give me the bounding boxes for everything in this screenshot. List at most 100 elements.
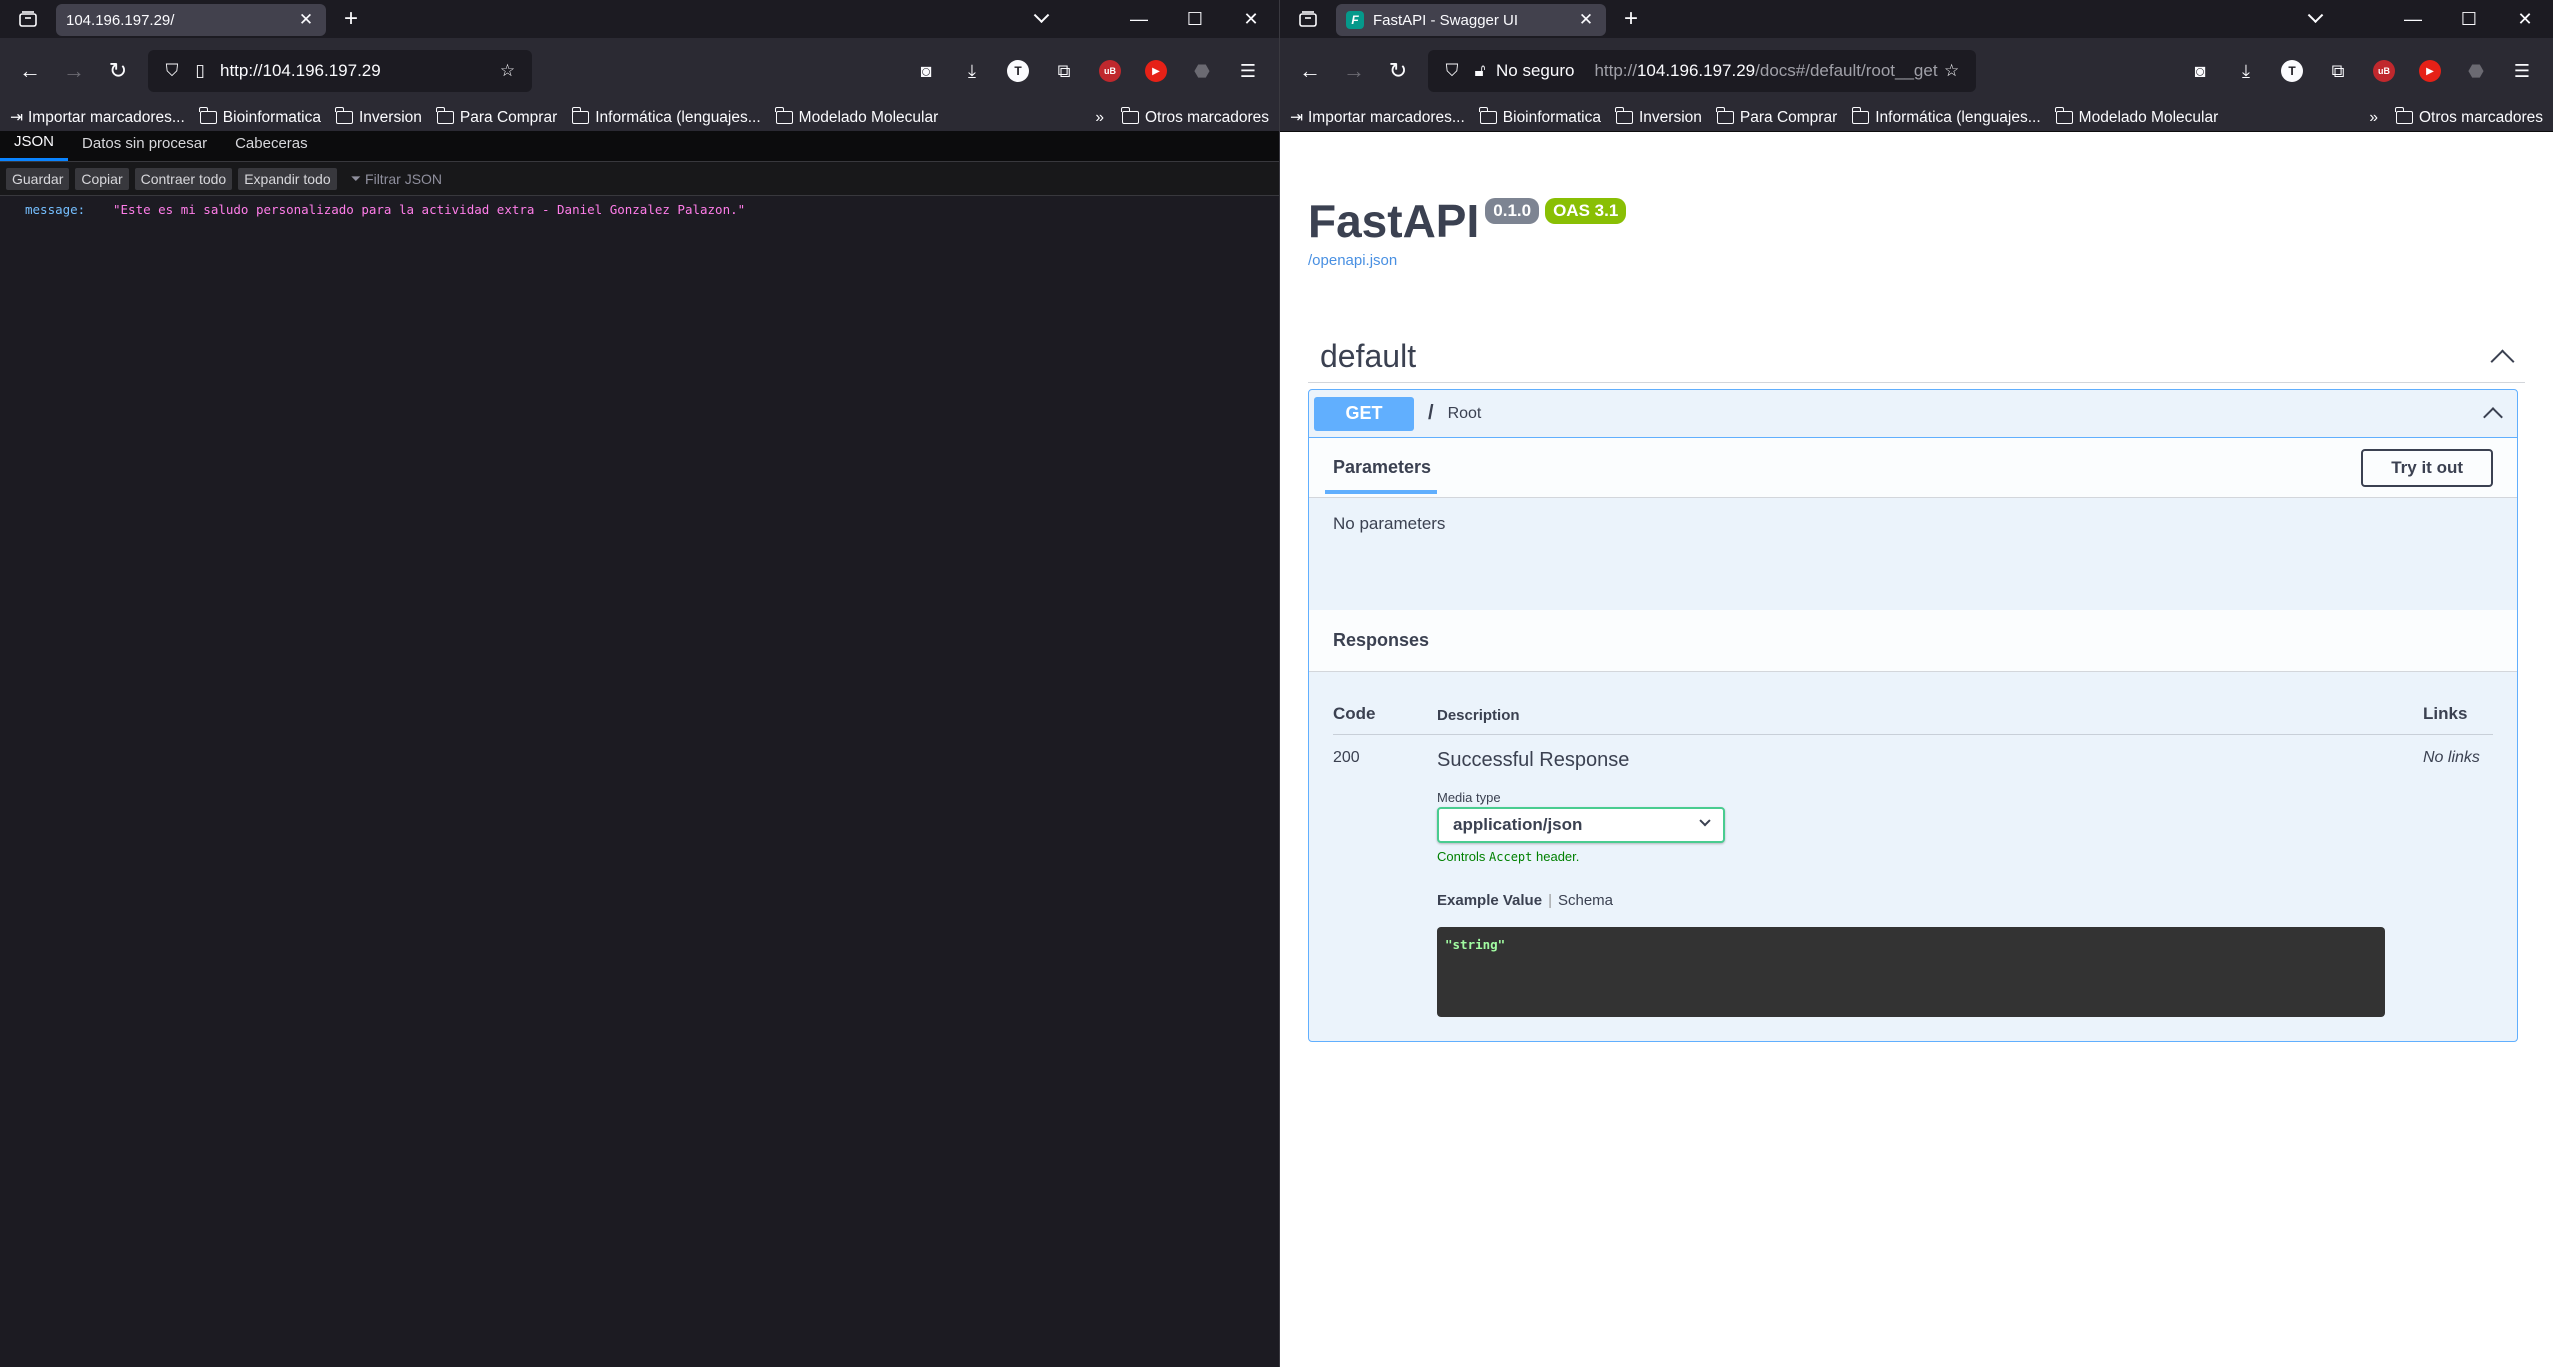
tab-schema[interactable]: Schema [1558, 892, 1613, 909]
forward-icon[interactable]: → [1332, 49, 1376, 93]
back-icon[interactable]: ← [8, 49, 52, 93]
folder-icon [1479, 107, 1497, 124]
menu-icon[interactable]: ☰ [1225, 49, 1271, 93]
folder-icon [2395, 107, 2413, 124]
bookmark-star-icon[interactable]: ☆ [1938, 61, 1966, 81]
reload-icon[interactable]: ↻ [96, 49, 140, 93]
extension-t-icon[interactable]: T [995, 49, 1041, 93]
minimize-icon[interactable]: — [2385, 0, 2441, 38]
tab-raw-data[interactable]: Datos sin procesar [68, 131, 221, 161]
operation-summary[interactable]: GET / Root [1309, 390, 2517, 438]
col-description: Description [1437, 707, 1520, 724]
close-window-icon[interactable]: ✕ [2497, 0, 2553, 38]
ublock-icon[interactable]: uB [2361, 49, 2407, 93]
close-window-icon[interactable]: ✕ [1223, 0, 1279, 38]
extension-t-icon[interactable]: T [2269, 49, 2315, 93]
save-button[interactable]: Guardar [6, 167, 70, 190]
url-text[interactable]: http://104.196.197.29 [220, 61, 494, 81]
insecure-lock-icon[interactable]: 🔓︎ [1466, 61, 1494, 81]
new-tab-button[interactable]: + [332, 5, 370, 33]
bookmark-import[interactable]: ⇥ Importar marcadores... [10, 108, 185, 127]
section-title: default [1320, 338, 1417, 374]
tab-ip[interactable]: 104.196.197.29/ ✕ [56, 4, 326, 36]
chevron-up-icon[interactable] [2490, 348, 2515, 374]
list-all-tabs-button[interactable] [0, 0, 56, 38]
pocket-icon[interactable]: ◙ [2177, 49, 2223, 93]
back-icon[interactable]: ← [1288, 49, 1332, 93]
other-bookmarks[interactable]: Otros marcadores [2395, 107, 2543, 127]
tab-headers[interactable]: Cabeceras [221, 131, 322, 161]
bookmark-folder[interactable]: Inversion [335, 107, 422, 127]
json-key: message: [25, 202, 86, 217]
tab-close-icon[interactable]: ✕ [1576, 10, 1596, 30]
tab-close-icon[interactable]: ✕ [296, 10, 316, 30]
ublock-icon[interactable]: uB [1087, 49, 1133, 93]
section-default-header[interactable]: default [1308, 331, 2525, 383]
filter-icon: ⏷ [350, 170, 362, 186]
download-icon[interactable]: ⤓ [2223, 49, 2269, 93]
no-parameters-text: No parameters [1333, 514, 1446, 533]
list-tabs-chevron-icon[interactable] [1013, 0, 1069, 38]
menu-icon[interactable]: ☰ [2499, 49, 2545, 93]
try-it-out-button[interactable]: Try it out [2361, 448, 2493, 487]
url-text[interactable]: http://104.196.197.29/docs#/default/root… [1594, 61, 1937, 81]
expand-all-button[interactable]: Expandir todo [238, 167, 337, 190]
extensions-puzzle-icon[interactable]: ⧉ [1041, 49, 1087, 93]
extension-bug-icon[interactable]: ⬣ [1179, 49, 1225, 93]
tab-title: FastAPI - Swagger UI [1373, 11, 1519, 29]
minimize-icon[interactable]: — [1111, 0, 1167, 38]
bookmark-folder[interactable]: Informática (lenguajes... [571, 107, 761, 127]
filter-json-input[interactable]: ⏷ Filtrar JSON [351, 171, 442, 187]
no-links-text: No links [2423, 749, 2480, 766]
shield-icon[interactable]: ⛉ [158, 61, 186, 81]
bookmark-folder[interactable]: Informática (lenguajes... [1851, 107, 2041, 127]
other-bookmarks[interactable]: Otros marcadores [1121, 107, 1269, 127]
youtube-icon[interactable]: ▶ [1133, 49, 1179, 93]
folder-icon [1121, 107, 1139, 124]
responses-body: Code Description Links 200 Successful Re… [1309, 672, 2517, 1041]
new-tab-button[interactable]: + [1612, 5, 1650, 33]
extension-bug-icon[interactable]: ⬣ [2453, 49, 2499, 93]
url-bar[interactable]: ⛉ ▯ http://104.196.197.29 ☆ [148, 50, 532, 92]
json-body: message: "Este es mi saludo personalizad… [0, 196, 1279, 217]
bookmark-folder[interactable]: Para Comprar [436, 107, 557, 127]
list-tabs-chevron-icon[interactable] [2287, 0, 2343, 38]
more-bookmarks-icon[interactable]: » [2369, 109, 2378, 127]
copy-button[interactable]: Copiar [75, 167, 129, 190]
tab-json[interactable]: JSON [0, 131, 69, 161]
example-tabs: Example Value | Schema [1437, 892, 2423, 909]
maximize-icon[interactable]: ☐ [2441, 0, 2497, 38]
bookmark-folder[interactable]: Bioinformatica [199, 107, 321, 127]
api-title: FastAPI 0.1.0 OAS 3.1 [1308, 198, 2525, 244]
download-icon[interactable]: ⤓ [949, 49, 995, 93]
tab-example-value[interactable]: Example Value [1437, 892, 1542, 909]
list-all-tabs-button[interactable] [1280, 0, 1336, 38]
bookmark-folder[interactable]: Inversion [1615, 107, 1702, 127]
youtube-icon[interactable]: ▶ [2407, 49, 2453, 93]
bookmark-folder[interactable]: Para Comprar [1716, 107, 1837, 127]
chevron-up-icon[interactable] [2483, 406, 2503, 427]
method-badge: GET [1314, 396, 1414, 431]
tab-swagger[interactable]: F FastAPI - Swagger UI ✕ [1336, 4, 1606, 36]
maximize-icon[interactable]: ☐ [1167, 0, 1223, 38]
shield-icon[interactable]: ⛉ [1438, 61, 1466, 81]
bookmark-star-icon[interactable]: ☆ [494, 61, 522, 81]
parameters-header: Parameters Try it out [1309, 438, 2517, 498]
media-type-select[interactable]: application/json [1437, 807, 1725, 843]
bookmark-folder[interactable]: Modelado Molecular [775, 107, 938, 127]
url-bar[interactable]: ⛉ 🔓︎ No seguro http://104.196.197.29/doc… [1428, 50, 1976, 92]
tab-separator: | [1548, 892, 1552, 909]
openapi-json-link[interactable]: /openapi.json [1308, 252, 2525, 269]
forward-icon[interactable]: → [52, 49, 96, 93]
reload-icon[interactable]: ↻ [1376, 49, 1420, 93]
bookmark-folder[interactable]: Modelado Molecular [2055, 107, 2218, 127]
toolbar-icons: ◙ ⤓ T ⧉ uB ▶ ⬣ ☰ [2177, 49, 2545, 93]
collapse-all-button[interactable]: Contraer todo [134, 167, 233, 190]
tab-parameters[interactable]: Parameters [1325, 438, 1438, 498]
bookmark-import[interactable]: ⇥ Importar marcadores... [1290, 108, 1465, 127]
pocket-icon[interactable]: ◙ [903, 49, 949, 93]
more-bookmarks-icon[interactable]: » [1095, 109, 1104, 127]
extensions-puzzle-icon[interactable]: ⧉ [2315, 49, 2361, 93]
not-secure-label[interactable]: No seguro [1496, 61, 1574, 81]
bookmark-folder[interactable]: Bioinformatica [1479, 107, 1601, 127]
